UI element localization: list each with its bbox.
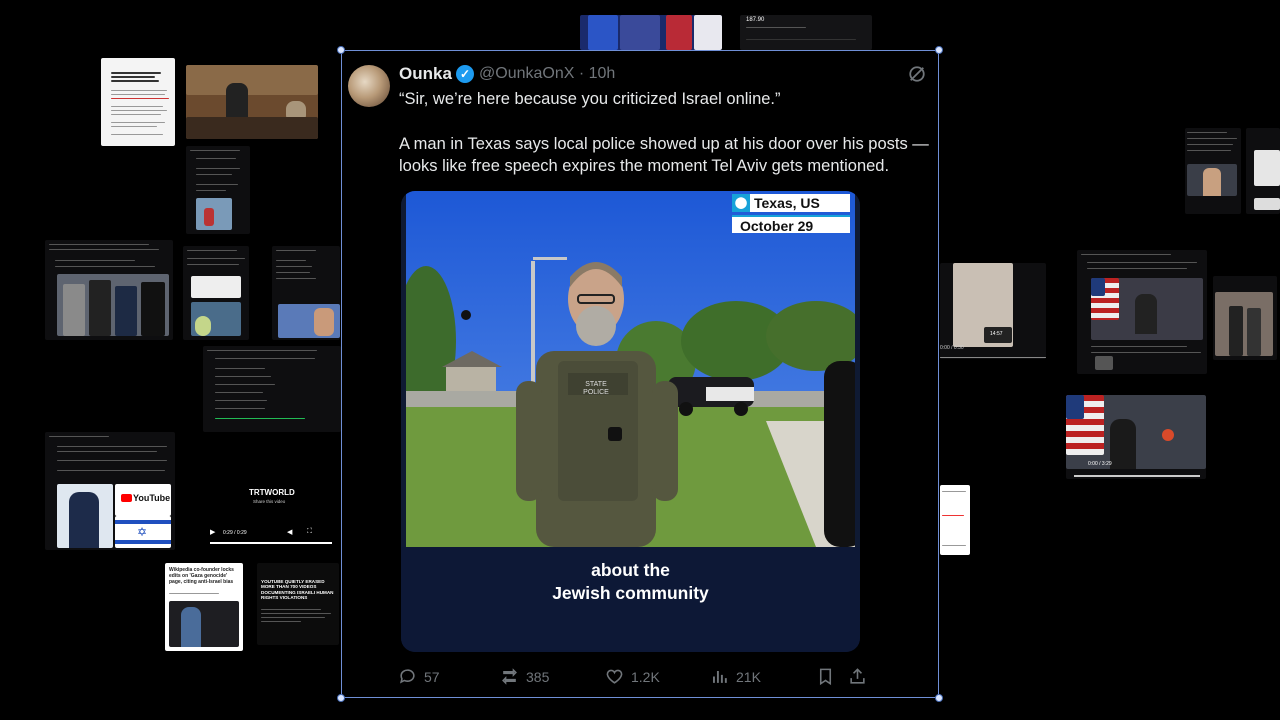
views-chart-icon [713, 670, 727, 683]
tweet-time[interactable]: · 10h [579, 65, 615, 82]
office-photo-thumbnail [186, 65, 318, 139]
streamer-player-time: 0:00 / 3:29 [1088, 461, 1112, 467]
video-caption-line: Jewish community [552, 583, 709, 603]
user-handle[interactable]: @OunkaOnX · 10h [479, 65, 615, 83]
tweet-thumbnail [1077, 250, 1207, 374]
small-player-time: 14:57 [990, 331, 1003, 337]
tweet-text-line: “Sir, we’re here because you criticized … [399, 90, 781, 108]
fullscreen-icon[interactable]: ⛶ [307, 528, 312, 536]
video-frame: STATE POLICE ⬤ Texas, US October 29 [406, 191, 855, 547]
handle-text[interactable]: @OunkaOnX [479, 65, 574, 82]
vest-label: STATE POLICE [583, 381, 609, 396]
resize-handle-top-left[interactable] [337, 46, 345, 54]
reply-icon [399, 669, 415, 684]
intercept-article-thumbnail: YOUTUBE QUIETLY ERASED MORE THAN 700 VID… [257, 563, 339, 645]
repost-button[interactable]: 385 [500, 667, 549, 686]
tweet-thumbnail [1213, 276, 1277, 360]
stock-chart-thumbnail: 187.90 [740, 15, 872, 50]
date-badge: October 29 [732, 215, 850, 234]
tweet-action-bar: 57 385 1.2K 21K [398, 667, 868, 689]
article-thumbnail [101, 58, 175, 146]
tweet-thumbnail [272, 246, 340, 340]
tweet-text-line: looks like free speech expires the momen… [399, 157, 890, 175]
chart-document-thumbnail [940, 485, 970, 555]
tweet-thumbnail [183, 246, 249, 340]
reply-button[interactable]: 57 [398, 667, 440, 686]
small-player-time: 0:00 / 0:30 [940, 345, 964, 351]
tweet-card[interactable]: Ounka ✓ @OunkaOnX · 10h “Sir, we’re here… [337, 46, 943, 702]
trtworld-logo: TRTWORLD [249, 488, 295, 497]
views-button[interactable]: 21K [710, 667, 761, 686]
repost-icon [502, 668, 517, 685]
reply-count: 57 [424, 668, 440, 685]
streamer-video-player[interactable]: 0:00 / 3:29 [1066, 395, 1206, 479]
location-text: Texas, US [754, 195, 820, 211]
tweet-text-line: A man in Texas says local police showed … [399, 135, 929, 153]
bookmark-button[interactable] [816, 667, 835, 686]
tweet-thumbnail [1246, 128, 1280, 214]
intercept-headline: YOUTUBE QUIETLY ERASED MORE THAN 700 VID… [261, 579, 334, 601]
youtube-logo: YouTube [133, 493, 171, 503]
video-scene-illustration [406, 191, 855, 547]
wikipedia-headline: Wikipedia co-founder locks edits on 'Gaz… [169, 567, 234, 585]
location-badge: ⬤ Texas, US [732, 194, 850, 212]
views-count: 21K [736, 668, 761, 685]
caption-band: about the Jewish community [401, 547, 860, 652]
volume-icon[interactable]: ◀ [287, 528, 292, 536]
play-icon[interactable]: ▶ [210, 528, 215, 536]
resize-handle-bottom-right[interactable] [935, 694, 943, 702]
stock-price: 187.90 [746, 17, 765, 23]
grok-icon[interactable] [908, 65, 926, 83]
tweet-video[interactable]: STATE POLICE ⬤ Texas, US October 29 abou… [401, 191, 860, 652]
like-count: 1.2K [631, 668, 660, 685]
trtworld-video-player[interactable]: TRTWORLD Share this video ▶ 0:29 / 0:29 … [205, 470, 337, 548]
tweet-thumbnail [1185, 128, 1241, 214]
share-button[interactable] [848, 667, 867, 686]
like-button[interactable]: 1.2K [605, 667, 660, 686]
room-video-thumbnail[interactable]: 14:57 0:00 / 0:30 [940, 263, 1046, 359]
resize-handle-bottom-left[interactable] [337, 694, 345, 702]
trtworld-share-text: Share this video [253, 499, 286, 504]
tweet-thumbnail [186, 146, 250, 234]
resize-handle-top-right[interactable] [935, 46, 943, 54]
repost-count: 385 [526, 668, 550, 685]
wikipedia-article-thumbnail: Wikipedia co-founder locks edits on 'Gaz… [165, 563, 243, 651]
bookmark-icon [819, 668, 832, 686]
tweet-thumbnail: YouTube ✡ [45, 432, 175, 550]
news-broadcast-thumbnail [580, 15, 722, 50]
display-name[interactable]: Ounka [399, 64, 452, 84]
share-icon [850, 668, 865, 684]
verified-badge-icon: ✓ [456, 65, 474, 83]
tweet-thumbnail [45, 240, 173, 340]
location-pin-icon: ⬤ [732, 194, 750, 212]
avatar[interactable] [348, 65, 390, 107]
video-time: 0:29 / 0:29 [223, 530, 247, 536]
heart-icon [606, 669, 623, 684]
video-caption-line: about the [591, 560, 670, 580]
tweet-thumbnail [203, 346, 341, 432]
